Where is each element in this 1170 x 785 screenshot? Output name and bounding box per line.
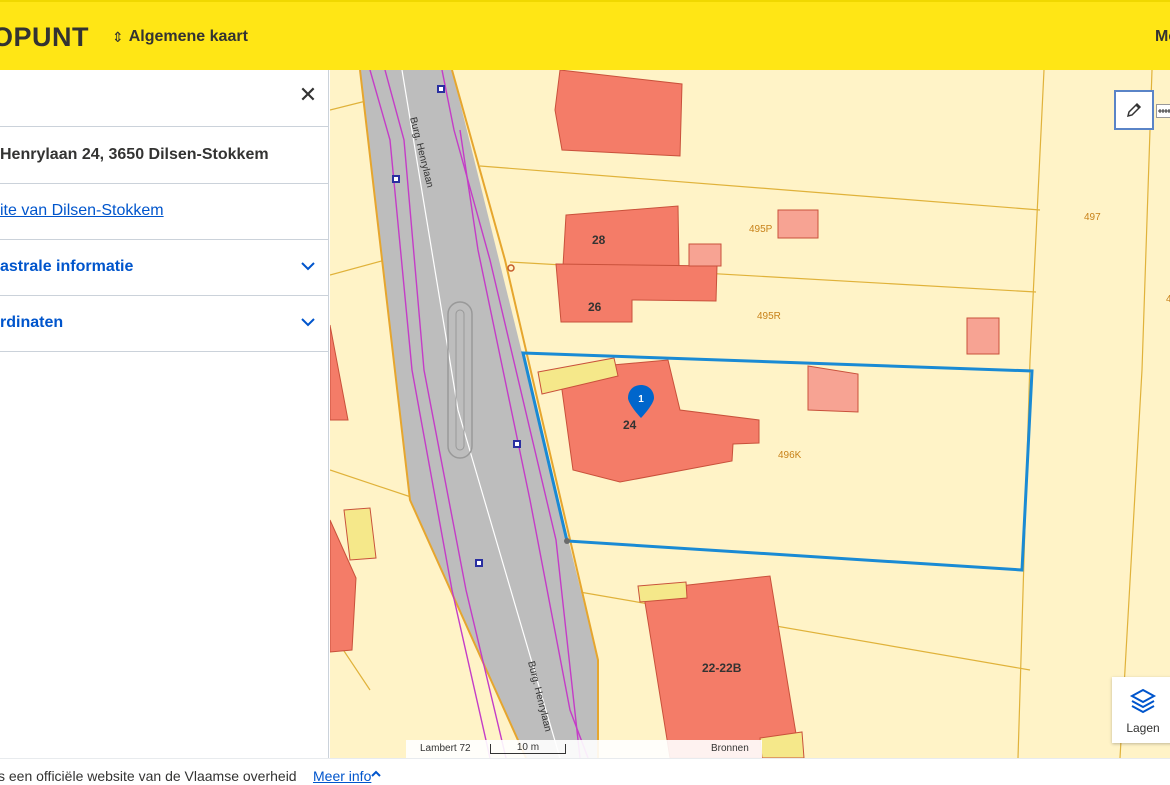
parcel-number-labels: 495P 497 495R 496K 4 (749, 212, 1170, 461)
municipality-link-row: ite van Dilsen-Stokkem (0, 184, 329, 240)
house-number: 24 (623, 418, 637, 432)
sidebar-close-row: ✕ (0, 70, 329, 127)
accordion-cadastral-info[interactable]: astrale informatie (0, 240, 329, 296)
more-info-link[interactable]: Meer info (313, 768, 371, 784)
sidebar-panel: ✕ Henrylaan 24, 3650 Dilsen-Stokkem ite … (0, 70, 329, 758)
crs-label: Lambert 72 (420, 743, 471, 754)
scale-label: 10 m (516, 742, 540, 753)
map-view[interactable]: Burg. Henrylaan Burg. Henrylaan 28 26 24… (330, 70, 1170, 758)
menu-button[interactable]: Me (1155, 28, 1170, 46)
footer-text: s een officiële website van de Vlaamse o… (0, 768, 297, 784)
parcel-number: 4 (1166, 294, 1170, 305)
outbuildings (688, 209, 1000, 413)
edit-drawing-button[interactable] (1114, 90, 1154, 130)
footer-bar: s een officiële website van de Vlaamse o… (0, 758, 1170, 785)
municipality-website-link[interactable]: ite van Dilsen-Stokkem (0, 202, 164, 220)
parcel-number: 495P (749, 224, 773, 235)
scale-bar: Lambert 72 10 m Bronnen (406, 740, 762, 758)
map-type-selector[interactable]: ⇕ Algemene kaart (112, 28, 248, 46)
accordion-coordinates[interactable]: rdinaten (0, 296, 329, 352)
marker-number: 1 (638, 394, 644, 405)
layers-button[interactable]: Lagen (1112, 677, 1170, 743)
accordion-label: astrale informatie (0, 258, 134, 275)
close-icon[interactable]: ✕ (296, 84, 320, 108)
address-title: Henrylaan 24, 3650 Dilsen-Stokkem (0, 146, 269, 163)
chevron-down-icon (301, 262, 315, 271)
ruler-icon (1158, 109, 1170, 113)
layers-label: Lagen (1126, 721, 1160, 735)
pencil-icon (1126, 102, 1142, 118)
caret-up-icon[interactable] (370, 768, 382, 780)
top-header: OPUNT ⇕ Algemene kaart Me (0, 0, 1170, 70)
parcel-number: 496K (778, 450, 802, 461)
accordion-label: rdinaten (0, 314, 64, 331)
measure-button[interactable] (1156, 104, 1170, 118)
layers-icon (1129, 688, 1157, 714)
house-number: 28 (592, 233, 606, 247)
parcel-number: 497 (1084, 212, 1101, 223)
updown-arrows-icon: ⇕ (112, 29, 124, 45)
map-type-label: Algemene kaart (128, 28, 248, 45)
chevron-down-icon (301, 318, 315, 327)
address-row: Henrylaan 24, 3650 Dilsen-Stokkem (0, 127, 329, 184)
map-canvas[interactable]: Burg. Henrylaan Burg. Henrylaan 28 26 24… (330, 70, 1170, 758)
brand-logo-text[interactable]: OPUNT (0, 22, 89, 53)
parcel-number: 495R (757, 311, 781, 322)
sources-link[interactable]: Bronnen (711, 743, 749, 754)
house-number: 22-22B (702, 661, 742, 675)
house-number: 26 (588, 300, 602, 314)
